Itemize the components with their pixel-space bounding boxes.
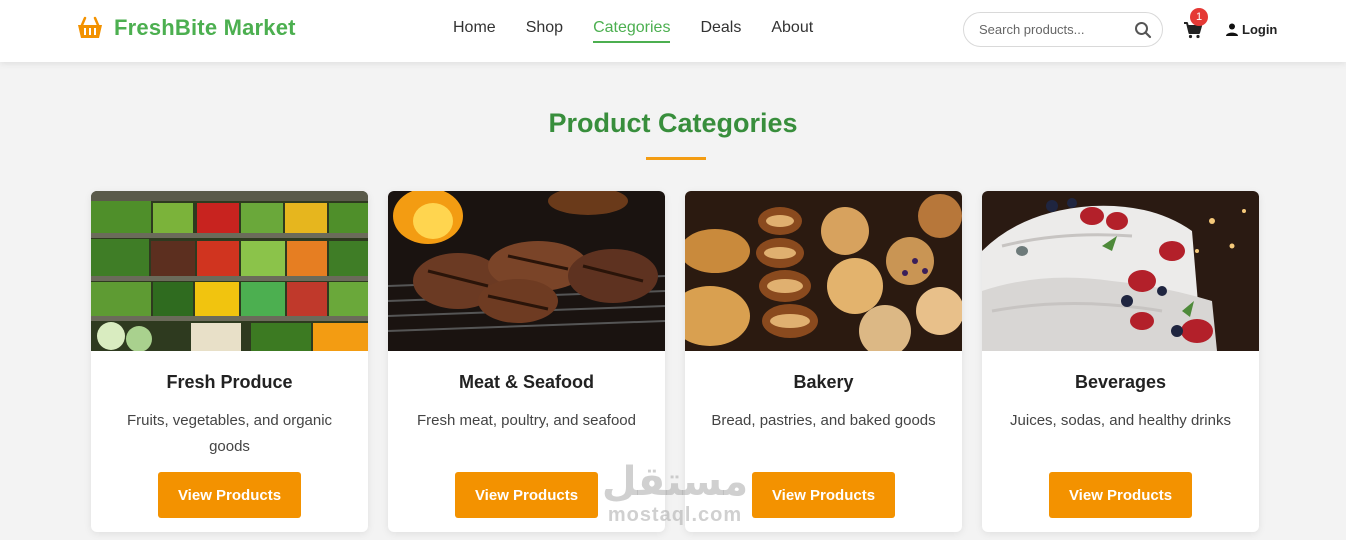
view-products-button[interactable]: View Products: [455, 472, 598, 518]
category-description: Fresh meat, poultry, and seafood: [416, 412, 636, 429]
nav-deals[interactable]: Deals: [700, 19, 741, 43]
category-title: Beverages: [1074, 372, 1167, 392]
nav-about[interactable]: About: [771, 19, 813, 43]
user-icon: [1226, 23, 1238, 36]
view-products-button[interactable]: View Products: [1049, 472, 1192, 518]
category-description: Fruits, vegetables, and organic goods: [126, 412, 333, 455]
meat-seafood-image: [388, 191, 665, 351]
nav-shop[interactable]: Shop: [526, 19, 563, 43]
page-title: Product Categories: [548, 108, 798, 138]
fresh-produce-image: [91, 191, 368, 351]
watermark-latin: mostaql.com: [607, 504, 743, 526]
site-header: FreshBite Market Home Shop Categories De…: [0, 0, 1346, 62]
view-products-button[interactable]: View Products: [158, 472, 301, 518]
search-icon[interactable]: [1134, 21, 1152, 39]
search-input[interactable]: [979, 22, 1119, 37]
nav-home[interactable]: Home: [453, 19, 496, 43]
bakery-image: [685, 191, 962, 351]
title-underline: [646, 157, 706, 160]
login-link[interactable]: Login: [1226, 22, 1277, 37]
nav-categories[interactable]: Categories: [593, 19, 671, 43]
category-title: Meat & Seafood: [458, 372, 595, 392]
brand-name: FreshBite Market: [114, 15, 296, 40]
category-card-beverages[interactable]: Beverages Juices, sodas, and healthy dri…: [982, 191, 1259, 532]
search-box: [963, 12, 1163, 47]
category-card-fresh-produce[interactable]: Fresh Produce Fruits, vegetables, and or…: [91, 191, 368, 532]
basket-icon: [78, 16, 102, 38]
brand-logo[interactable]: FreshBite Market: [76, 14, 296, 42]
view-products-button[interactable]: View Products: [752, 472, 895, 518]
login-label: Login: [1242, 22, 1278, 37]
watermark-arabic: مستقل: [601, 459, 749, 505]
main-nav: Home Shop Categories Deals About: [453, 19, 843, 43]
beverages-image: [982, 191, 1259, 351]
category-description: Bread, pastries, and baked goods: [711, 412, 936, 429]
category-description: Juices, sodas, and healthy drinks: [1010, 412, 1231, 429]
category-title: Fresh Produce: [166, 372, 293, 392]
category-title: Bakery: [793, 372, 854, 392]
cart-count-badge: 1: [1190, 8, 1208, 26]
watermark: مستقل mostaql.com: [600, 460, 750, 527]
